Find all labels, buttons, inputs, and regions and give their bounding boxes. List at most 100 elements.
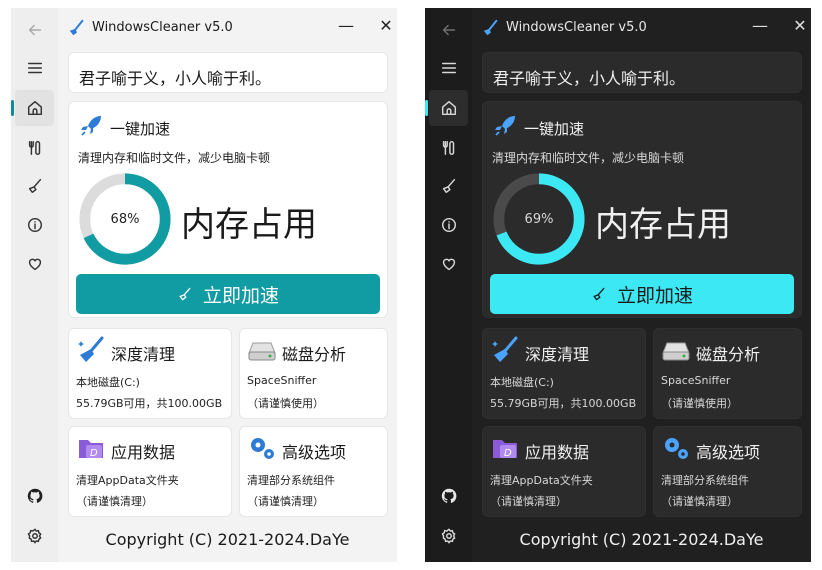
tool-line2: 55.79GB可用，共100.00GB: [490, 397, 637, 410]
tools-icon: [442, 140, 454, 156]
app-logo-icon: [69, 19, 84, 36]
tool-line2: （请谨慎清理）: [661, 495, 738, 508]
home-icon: [441, 100, 456, 116]
active-indicator: [11, 100, 14, 116]
tool-line1: 清理AppData文件夹: [76, 474, 179, 487]
tool-advanced[interactable]: 高级选项 清理部分系统组件 （请谨慎清理）: [239, 426, 388, 517]
tool-line1: SpaceSniffer: [247, 374, 317, 387]
speedup-button-label: 立即加速: [616, 284, 693, 307]
home-icon: [27, 100, 42, 116]
tool-line2: （请谨慎清理）: [247, 495, 324, 508]
speedup-subtitle: 清理内存和临时文件，减少电脑卡顿: [492, 151, 685, 165]
tool-line2: 55.79GB可用，共100.00GB: [76, 397, 223, 410]
sidebar: [425, 8, 472, 562]
sidebar-item-clean[interactable]: [11, 168, 58, 204]
tool-title: 应用数据: [525, 443, 590, 462]
gear-icon: [27, 528, 41, 544]
speedup-card: 一键加速 清理内存和临时文件，减少电脑卡顿 68% 内存占用 立即加速: [68, 101, 388, 318]
speedup-card: 一键加速 清理内存和临时文件，减少电脑卡顿 69% 内存占用 立即加速: [482, 101, 802, 318]
tool-deep-clean[interactable]: 深度清理 本地磁盘(C:) 55.79GB可用，共100.00GB: [482, 328, 646, 419]
broom-icon: [492, 336, 518, 362]
sidebar-item-tools[interactable]: [425, 130, 472, 166]
broom-icon: [28, 178, 41, 194]
github-icon: [27, 488, 42, 503]
hamburger-icon: [27, 62, 42, 74]
quote-card: 君子喻于义，小人喻于利。: [482, 52, 802, 93]
tool-line1: 本地磁盘(C:): [76, 376, 140, 389]
tool-app-data[interactable]: D 应用数据 清理AppData文件夹 （请谨慎清理）: [68, 426, 232, 517]
sidebar-item-tools[interactable]: [11, 130, 58, 166]
gear-icon: [441, 528, 455, 544]
tool-title: 高级选项: [696, 443, 761, 462]
rocket-icon: [495, 116, 515, 136]
tool-line1: SpaceSniffer: [661, 374, 731, 387]
info-icon: [27, 217, 42, 233]
app-title: WindowsCleaner v5.0: [506, 20, 647, 35]
memory-percent: 68%: [110, 211, 140, 227]
tool-disk-analysis[interactable]: 磁盘分析 SpaceSniffer （请谨慎使用）: [653, 328, 802, 419]
back-button[interactable]: [11, 12, 58, 48]
memory-label: 内存占用: [595, 205, 731, 245]
sidebar-item-info[interactable]: [11, 207, 58, 243]
tool-title: 磁盘分析: [696, 345, 761, 364]
speedup-button-label: 立即加速: [202, 284, 279, 307]
heart-icon: [28, 258, 41, 271]
back-button[interactable]: [425, 12, 472, 48]
close-button[interactable]: ✕: [372, 12, 397, 38]
menu-button[interactable]: [11, 50, 58, 86]
svg-text:D: D: [504, 448, 512, 459]
memory-percent: 69%: [524, 211, 554, 227]
rocket-icon: [81, 116, 101, 136]
sidebar-item-clean[interactable]: [425, 168, 472, 204]
sidebar-item-home[interactable]: [425, 90, 468, 126]
gears-icon: [251, 438, 274, 459]
folder-icon: D: [79, 440, 103, 459]
settings-button[interactable]: [425, 518, 472, 554]
tool-line1: 清理部分系统组件: [247, 474, 335, 487]
window-dark: WindowsCleaner v5.0 — ✕ 君子喻于义，小人喻于利。 一键加…: [425, 8, 811, 562]
quote-text: 君子喻于义，小人喻于利。: [493, 69, 686, 88]
active-indicator: [425, 100, 428, 116]
tool-line2: （请谨慎清理）: [490, 495, 567, 508]
tool-line2: （请谨慎清理）: [76, 495, 153, 508]
folder-icon: D: [493, 440, 517, 459]
github-button[interactable]: [425, 478, 472, 514]
sidebar-item-favorite[interactable]: [11, 246, 58, 282]
broom-icon: [179, 287, 191, 301]
speedup-button[interactable]: 立即加速: [76, 274, 380, 314]
tool-disk-analysis[interactable]: 磁盘分析 SpaceSniffer （请谨慎使用）: [239, 328, 388, 419]
tool-line2: （请谨慎使用）: [661, 397, 738, 410]
quote-card: 君子喻于义，小人喻于利。: [68, 52, 388, 93]
menu-button[interactable]: [425, 50, 472, 86]
copyright-text: Copyright (C) 2021-2024.DaYe: [105, 530, 350, 549]
broom-icon: [442, 178, 455, 194]
copyright-text: Copyright (C) 2021-2024.DaYe: [519, 530, 764, 549]
speedup-button[interactable]: 立即加速: [490, 274, 794, 314]
tool-title: 深度清理: [111, 345, 176, 364]
memory-label: 内存占用: [181, 205, 317, 245]
tool-title: 深度清理: [525, 345, 590, 364]
close-button[interactable]: ✕: [786, 12, 811, 38]
tool-title: 磁盘分析: [282, 345, 347, 364]
sidebar-item-favorite[interactable]: [425, 246, 472, 282]
github-icon: [441, 488, 456, 503]
sidebar-item-home[interactable]: [11, 90, 54, 126]
hard-drive-icon: [248, 342, 276, 361]
quote-text: 君子喻于义，小人喻于利。: [79, 69, 272, 88]
settings-button[interactable]: [11, 518, 58, 554]
minimize-button[interactable]: —: [746, 12, 774, 38]
gears-icon: [665, 438, 688, 459]
minimize-button[interactable]: —: [332, 12, 360, 38]
tool-deep-clean[interactable]: 深度清理 本地磁盘(C:) 55.79GB可用，共100.00GB: [68, 328, 232, 419]
title-bar: WindowsCleaner v5.0 — ✕: [472, 8, 811, 46]
tool-title: 高级选项: [282, 443, 347, 462]
tool-advanced[interactable]: 高级选项 清理部分系统组件 （请谨慎清理）: [653, 426, 802, 517]
github-button[interactable]: [11, 478, 58, 514]
title-bar: WindowsCleaner v5.0 — ✕: [58, 8, 397, 46]
tool-title: 应用数据: [111, 443, 176, 462]
tool-app-data[interactable]: D 应用数据 清理AppData文件夹 （请谨慎清理）: [482, 426, 646, 517]
speedup-title: 一键加速: [524, 120, 585, 138]
hamburger-icon: [441, 62, 456, 74]
arrow-left-icon: [28, 24, 41, 36]
sidebar-item-info[interactable]: [425, 207, 472, 243]
